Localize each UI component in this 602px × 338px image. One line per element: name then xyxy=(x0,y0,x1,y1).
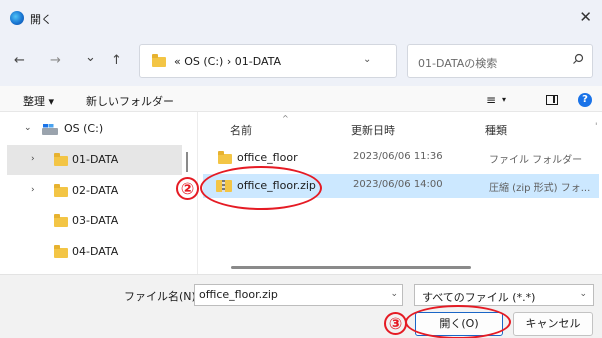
chevron-down-icon[interactable]: ⌄ xyxy=(24,123,32,133)
file-type-select[interactable]: すべてのファイル (*.*) ⌄ xyxy=(414,284,594,306)
folder-icon xyxy=(218,151,232,164)
folder-icon xyxy=(54,214,68,227)
sidebar-item-label: 02-DATA xyxy=(72,184,119,197)
file-row-office-floor[interactable]: office_floor 2023/06/06 11:36 ファイル フォルダー xyxy=(203,146,599,170)
sidebar-item-03-data[interactable]: 03-DATA xyxy=(0,206,182,236)
sidebar-item-04-data[interactable]: 04-DATA xyxy=(0,237,182,267)
sidebar-item-01-data[interactable]: › 01-DATA xyxy=(7,145,182,175)
search-placeholder: 01-DATAの検索 xyxy=(418,57,498,70)
address-path: « OS (C:) › 01-DATA xyxy=(174,55,282,68)
open-button[interactable]: 開く(O) xyxy=(415,312,503,336)
file-type: 圧縮 (zip 形式) フォ... xyxy=(489,183,591,194)
filename-label: ファイル名(N): xyxy=(124,290,200,303)
drive-icon xyxy=(42,124,58,135)
view-options-icon[interactable]: ≡ xyxy=(486,93,496,107)
back-arrow-icon[interactable]: ← xyxy=(14,53,25,68)
filename-input[interactable] xyxy=(199,288,379,301)
dialog-footer: ファイル名(N): ⌄ すべてのファイル (*.*) ⌄ 開く(O) キャンセル xyxy=(0,274,602,338)
organize-menu[interactable]: 整理 ▾ xyxy=(23,93,54,109)
file-list: 名前 ^ 更新日時 種類 ' office_floor 2023/06/06 1… xyxy=(198,112,602,274)
folder-icon xyxy=(54,245,68,258)
history-chevron-icon[interactable]: ⌄ xyxy=(85,50,96,65)
sidebar-scrollbar[interactable] xyxy=(186,152,188,172)
filename-field[interactable]: ⌄ xyxy=(194,284,403,306)
column-header-date[interactable]: 更新日時 xyxy=(351,122,395,138)
chevron-down-icon[interactable]: ▾ xyxy=(502,95,506,104)
title-bar: 開く ✕ xyxy=(0,0,602,36)
up-arrow-icon[interactable]: ↑ xyxy=(111,53,122,68)
preview-pane-icon[interactable] xyxy=(546,95,558,105)
column-header-name[interactable]: 名前 xyxy=(230,122,252,138)
horizontal-scrollbar[interactable] xyxy=(231,266,471,269)
file-name: office_floor xyxy=(237,151,298,164)
column-header-edge: ' xyxy=(595,122,598,132)
column-header-type[interactable]: 種類 xyxy=(485,122,507,138)
search-icon[interactable] xyxy=(572,53,584,65)
callout-number-3: ③ xyxy=(384,312,407,335)
sidebar-item-label: 01-DATA xyxy=(72,153,119,166)
file-date: 2023/06/06 14:00 xyxy=(353,179,443,190)
cancel-button[interactable]: キャンセル xyxy=(513,312,593,336)
chevron-down-icon[interactable]: ⌄ xyxy=(390,289,398,299)
sidebar-item-label: 04-DATA xyxy=(72,245,119,258)
folder-icon xyxy=(54,153,68,166)
new-folder-button[interactable]: 新しいフォルダー xyxy=(86,93,174,109)
chevron-down-icon[interactable]: ⌄ xyxy=(363,54,371,65)
chevron-right-icon[interactable]: › xyxy=(31,154,35,164)
file-row-office-floor-zip[interactable]: office_floor.zip 2023/06/06 14:00 圧縮 (zi… xyxy=(203,174,599,198)
window-title: 開く xyxy=(30,13,52,26)
file-date: 2023/06/06 11:36 xyxy=(353,151,443,162)
zip-archive-icon xyxy=(216,180,232,192)
sort-ascending-icon: ^ xyxy=(282,114,289,123)
file-type: ファイル フォルダー xyxy=(489,155,583,166)
close-icon[interactable]: ✕ xyxy=(579,8,592,26)
sidebar-item-label: 03-DATA xyxy=(72,214,119,227)
folder-icon xyxy=(54,184,68,197)
command-bar: 整理 ▾ 新しいフォルダー ≡ ▾ ? xyxy=(0,86,602,112)
file-name: office_floor.zip xyxy=(237,179,316,192)
navigation-pane: ⌄ OS (C:) › 01-DATA › 02-DATA 03-DATA 04… xyxy=(0,112,188,274)
search-box[interactable]: 01-DATAの検索 xyxy=(407,44,593,78)
sidebar-item-label: OS (C:) xyxy=(64,122,104,135)
folder-icon xyxy=(152,54,166,67)
forward-arrow-icon[interactable]: → xyxy=(50,53,61,68)
chevron-down-icon[interactable]: ⌄ xyxy=(579,289,587,299)
sidebar-item-os-c[interactable]: ⌄ OS (C:) xyxy=(0,114,182,144)
chevron-right-icon[interactable]: › xyxy=(31,185,35,195)
edge-app-icon xyxy=(10,11,24,25)
address-bar[interactable]: « OS (C:) › 01-DATA ⌄ xyxy=(139,44,397,78)
file-type-value: すべてのファイル (*.*) xyxy=(422,291,536,304)
callout-number-2: ② xyxy=(176,177,199,200)
sidebar-item-02-data[interactable]: › 02-DATA xyxy=(0,176,182,206)
help-icon[interactable]: ? xyxy=(578,93,592,107)
